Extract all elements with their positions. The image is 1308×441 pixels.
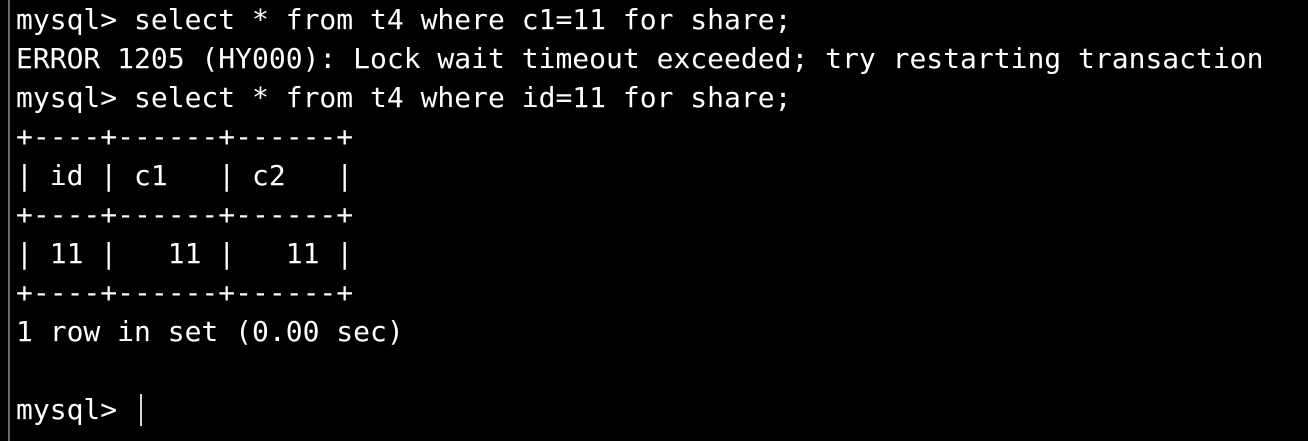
table-row: | 11 | 11 | 11 | (16, 237, 354, 270)
prompt-text: mysql> (16, 393, 135, 426)
error-message: ERROR 1205 (HY000): Lock wait timeout ex… (16, 42, 1264, 75)
result-summary: 1 row in set (0.00 sec) (16, 315, 404, 348)
table-border: +----+------+------+ (16, 276, 354, 309)
table-header: | id | c1 | c2 | (16, 159, 354, 192)
table-border: +----+------+------+ (16, 198, 354, 231)
input-line[interactable]: mysql> (16, 390, 1306, 429)
terminal-window[interactable]: mysql> select * from t4 where c1=11 for … (8, 0, 1306, 441)
command-line: mysql> select * from t4 where id=11 for … (16, 81, 792, 114)
text-cursor (140, 393, 143, 426)
command-line: mysql> select * from t4 where c1=11 for … (16, 3, 792, 36)
table-border: +----+------+------+ (16, 120, 354, 153)
